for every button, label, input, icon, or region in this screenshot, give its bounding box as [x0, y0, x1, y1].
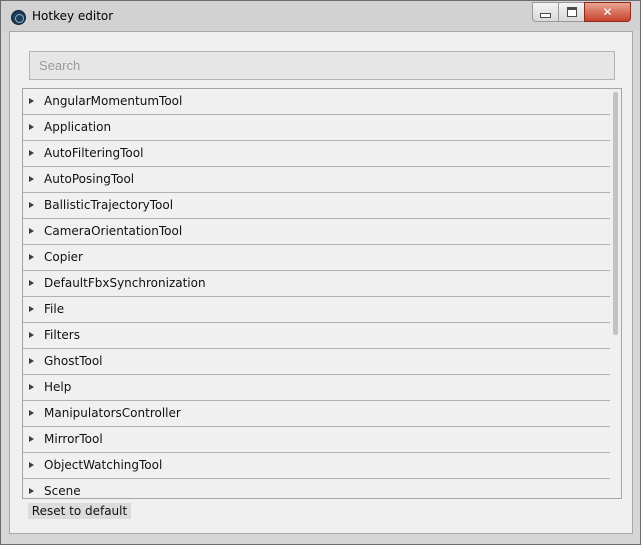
category-label: DefaultFbxSynchronization [44, 276, 206, 290]
category-label: Scene [44, 484, 81, 498]
category-row[interactable]: BallisticTrajectoryTool [23, 193, 610, 219]
category-label: BallisticTrajectoryTool [44, 198, 174, 212]
expand-arrow-icon[interactable] [29, 98, 34, 104]
hotkey-category-list[interactable]: AngularMomentumTool Application AutoFilter… [22, 88, 622, 499]
category-row[interactable]: Copier [23, 245, 610, 271]
category-label: Help [44, 380, 72, 394]
expand-arrow-icon[interactable] [29, 488, 34, 494]
search-input[interactable] [29, 51, 615, 80]
expand-arrow-icon[interactable] [29, 306, 34, 312]
category-label: ObjectWatchingTool [44, 458, 163, 472]
expand-arrow-icon[interactable] [29, 280, 34, 286]
category-row[interactable]: AutoPosingTool [23, 167, 610, 193]
reset-to-default-button[interactable]: Reset to default [28, 503, 131, 519]
category-label: CameraOrientationTool [44, 224, 183, 238]
category-row[interactable]: Scene [23, 479, 610, 498]
editor-panel: AngularMomentumTool Application AutoFilter… [9, 31, 633, 534]
category-label: Filters [44, 328, 80, 342]
expand-arrow-icon[interactable] [29, 462, 34, 468]
minimize-icon [540, 13, 551, 18]
expand-arrow-icon[interactable] [29, 384, 34, 390]
expand-arrow-icon[interactable] [29, 202, 34, 208]
category-label: Copier [44, 250, 83, 264]
category-label: ManipulatorsController [44, 406, 181, 420]
category-row[interactable]: Application [23, 115, 610, 141]
expand-arrow-icon[interactable] [29, 358, 34, 364]
app-logo-icon [11, 10, 26, 25]
maximize-icon [566, 7, 577, 17]
category-label: AutoPosingTool [44, 172, 135, 186]
expand-arrow-icon[interactable] [29, 228, 34, 234]
category-row[interactable]: ObjectWatchingTool [23, 453, 610, 479]
category-row[interactable]: CameraOrientationTool [23, 219, 610, 245]
expand-arrow-icon[interactable] [29, 150, 34, 156]
category-row[interactable]: MirrorTool [23, 427, 610, 453]
expand-arrow-icon[interactable] [29, 124, 34, 130]
category-label: MirrorTool [44, 432, 103, 446]
category-label: AutoFilteringTool [44, 146, 144, 160]
category-row[interactable]: Help [23, 375, 610, 401]
category-label: AngularMomentumTool [44, 94, 183, 108]
expand-arrow-icon[interactable] [29, 254, 34, 260]
window-title: Hotkey editor [32, 9, 114, 23]
minimize-button[interactable] [532, 2, 559, 22]
close-button[interactable]: ✕ [584, 2, 631, 22]
category-list-items: AngularMomentumTool Application AutoFilter… [23, 89, 610, 498]
expand-arrow-icon[interactable] [29, 410, 34, 416]
category-label: GhostTool [44, 354, 103, 368]
close-icon: ✕ [602, 5, 613, 19]
scrollbar-thumb[interactable] [613, 92, 618, 335]
category-label: File [44, 302, 65, 316]
hotkey-editor-window: Hotkey editor ✕ AngularMomentumTool Appli… [0, 0, 641, 545]
vertical-scrollbar[interactable] [610, 89, 620, 498]
expand-arrow-icon[interactable] [29, 332, 34, 338]
expand-arrow-icon[interactable] [29, 176, 34, 182]
category-row[interactable]: Filters [23, 323, 610, 349]
category-row[interactable]: DefaultFbxSynchronization [23, 271, 610, 297]
category-row[interactable]: GhostTool [23, 349, 610, 375]
expand-arrow-icon[interactable] [29, 436, 34, 442]
category-label: Application [44, 120, 112, 134]
category-row[interactable]: AutoFilteringTool [23, 141, 610, 167]
title-bar[interactable]: Hotkey editor ✕ [1, 1, 640, 31]
category-row[interactable]: AngularMomentumTool [23, 89, 610, 115]
category-row[interactable]: File [23, 297, 610, 323]
category-row[interactable]: ManipulatorsController [23, 401, 610, 427]
maximize-button[interactable] [558, 2, 585, 22]
